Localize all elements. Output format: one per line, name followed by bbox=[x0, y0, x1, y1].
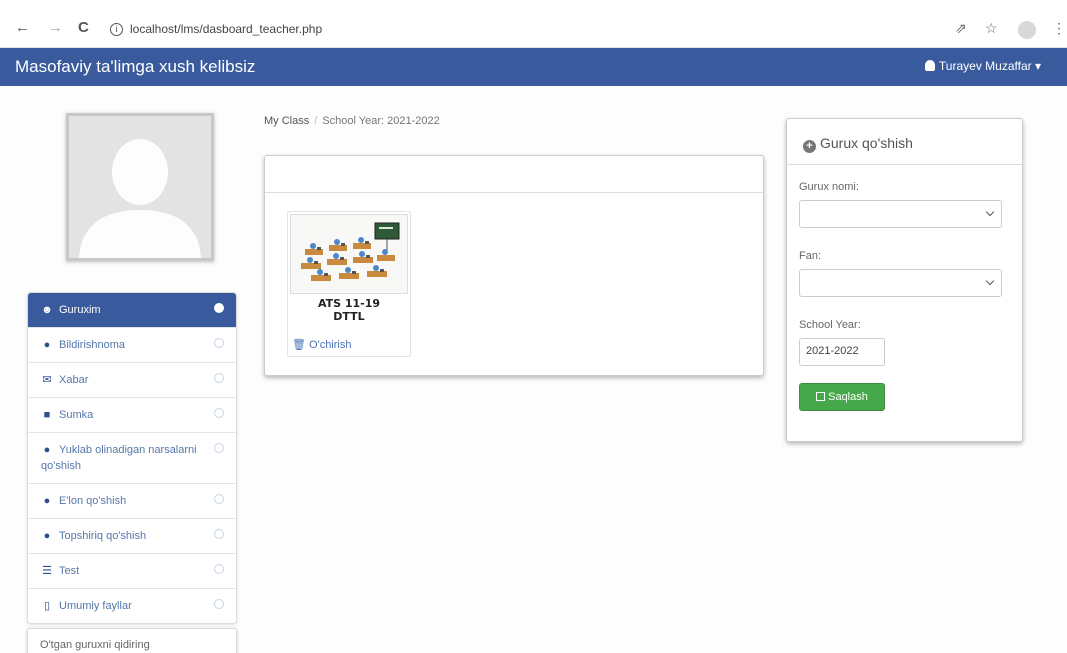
url-text: localhost/lms/dasboard_teacher.php bbox=[130, 22, 323, 36]
chevron-circle-icon bbox=[214, 599, 224, 609]
chevron-circle-icon bbox=[214, 529, 224, 539]
envelope-icon: ✉ bbox=[42, 374, 52, 386]
sidebar-item-xabar[interactable]: ✉ Xabar bbox=[28, 362, 236, 397]
sidebar-item-test[interactable]: ☰ Test bbox=[28, 553, 236, 588]
app-title[interactable]: Masofaviy ta'limga xush kelibsiz bbox=[15, 57, 255, 77]
browser-profile-icon[interactable] bbox=[1018, 21, 1036, 39]
briefcase-icon: ■ bbox=[43, 409, 51, 421]
back-arrow-icon[interactable]: ← bbox=[15, 20, 30, 36]
plus-circle-icon: ● bbox=[43, 530, 51, 542]
sidebar-item-guruxim[interactable]: ☻ Guruxim bbox=[28, 293, 236, 327]
sidebar-item-files[interactable]: ▯ Umumiy fayllar bbox=[28, 588, 236, 623]
sidebar-menu: ☻ Guruxim ● Bildirishnoma ✉ Xabar ■ Sumka ● Y… bbox=[27, 292, 237, 624]
chevron-circle-icon bbox=[214, 338, 224, 348]
school-year-input[interactable]: 2021-2022 bbox=[799, 338, 885, 366]
breadcrumb-school-year: School Year: 2021-2022 bbox=[322, 115, 440, 127]
user-menu[interactable]: Turayev Muzaffar ▾ bbox=[924, 59, 1041, 73]
chevron-down-icon bbox=[985, 207, 995, 217]
file-icon: ▯ bbox=[43, 600, 51, 612]
plus-circle-icon: + bbox=[803, 140, 816, 153]
avatar bbox=[66, 113, 214, 261]
bookmark-star-icon[interactable]: ☆ bbox=[985, 20, 998, 36]
my-class-panel: ATS 11-19 DTTL 🗑 O'chirish bbox=[264, 155, 764, 376]
share-icon[interactable]: ⇗ bbox=[955, 20, 967, 36]
sidebar-item-label: Topshiriq qo'shish bbox=[59, 530, 147, 542]
sidebar-item-label: Xabar bbox=[59, 374, 89, 386]
site-info-icon[interactable]: i bbox=[110, 23, 123, 37]
search-panel-label: O'tgan guruxni qidiring bbox=[40, 639, 150, 651]
forward-arrow-icon[interactable]: → bbox=[48, 20, 63, 36]
breadcrumb-my-class[interactable]: My Class bbox=[264, 115, 309, 127]
browser-menu-icon[interactable]: ⋮ bbox=[1052, 20, 1066, 36]
chevron-down-icon bbox=[985, 276, 995, 286]
default-user-silhouette-icon bbox=[69, 116, 211, 258]
info-circle-icon: ● bbox=[43, 339, 51, 351]
plus-circle-icon: ● bbox=[43, 444, 51, 456]
add-group-panel: + Gurux qo'shish Gurux nomi: Fan: School … bbox=[786, 118, 1023, 442]
classroom-image bbox=[290, 214, 408, 294]
sidebar-item-sumka[interactable]: ■ Sumka bbox=[28, 397, 236, 432]
breadcrumb: My Class / School Year: 2021-2022 bbox=[264, 115, 440, 127]
user-name: Turayev Muzaffar bbox=[938, 59, 1032, 73]
sidebar-item-bildirishnoma[interactable]: ● Bildirishnoma bbox=[28, 327, 236, 362]
school-year-value: 2021-2022 bbox=[806, 345, 859, 357]
add-group-title: Gurux qo'shish bbox=[820, 135, 913, 151]
sidebar-item-label: E'lon qo'shish bbox=[59, 495, 127, 507]
plus-circle-icon: ● bbox=[43, 495, 51, 507]
address-bar[interactable]: i localhost/lms/dasboard_teacher.php bbox=[110, 18, 610, 40]
top-navbar: Masofaviy ta'limga xush kelibsiz Turayev… bbox=[0, 48, 1067, 86]
chevron-circle-icon bbox=[214, 373, 224, 383]
class-card[interactable]: ATS 11-19 DTTL 🗑 O'chirish bbox=[287, 211, 411, 357]
browser-toolbar: ← → C i localhost/lms/dasboard_teacher.ph… bbox=[0, 0, 1067, 48]
caret-down-icon: ▾ bbox=[1034, 59, 1041, 73]
class-name-line1: ATS 11-19 bbox=[317, 297, 381, 310]
chevron-circle-icon bbox=[214, 408, 224, 418]
reload-icon[interactable]: C bbox=[78, 20, 89, 36]
group-name-label: Gurux nomi: bbox=[799, 181, 859, 193]
subject-label: Fan: bbox=[799, 250, 822, 262]
user-icon bbox=[924, 60, 935, 71]
sidebar-item-label: Guruxim bbox=[59, 304, 101, 316]
sidebar-item-label: Yuklab olinadigan narsalarni qo'shish bbox=[41, 444, 197, 472]
chevron-circle-icon bbox=[214, 443, 224, 453]
sidebar-item-label: Bildirishnoma bbox=[59, 339, 126, 351]
floppy-disk-icon bbox=[816, 392, 826, 401]
subject-select[interactable] bbox=[799, 269, 1002, 297]
delete-class-link[interactable]: 🗑 O'chirish bbox=[292, 338, 351, 351]
class-name[interactable]: ATS 11-19 DTTL bbox=[288, 297, 410, 323]
panel-heading bbox=[265, 156, 763, 193]
add-group-heading: + Gurux qo'shish bbox=[787, 119, 1022, 165]
group-name-select[interactable] bbox=[799, 200, 1002, 228]
classroom-illustration-icon bbox=[291, 215, 407, 293]
sidebar-item-label: Test bbox=[59, 565, 80, 577]
sidebar-item-downloads[interactable]: ● Yuklab olinadigan narsalarni qo'shish bbox=[28, 432, 236, 483]
school-year-label: School Year: bbox=[799, 319, 861, 331]
list-icon: ☰ bbox=[42, 565, 52, 577]
sidebar-item-label: Sumka bbox=[59, 409, 94, 421]
trash-icon: 🗑 bbox=[292, 339, 306, 351]
sidebar-item-announcement[interactable]: ● E'lon qo'shish bbox=[28, 483, 236, 518]
delete-label: O'chirish bbox=[309, 339, 352, 351]
chevron-circle-icon bbox=[214, 303, 224, 313]
sidebar-item-assignment[interactable]: ● Topshiriq qo'shish bbox=[28, 518, 236, 553]
breadcrumb-separator: / bbox=[314, 115, 318, 127]
users-icon: ☻ bbox=[41, 304, 53, 316]
sidebar-item-label: Umumiy fayllar bbox=[59, 600, 132, 612]
save-button-label: Saqlash bbox=[828, 391, 868, 403]
chevron-circle-icon bbox=[214, 564, 224, 574]
class-name-line2: DTTL bbox=[333, 310, 365, 323]
past-group-search-panel[interactable]: O'tgan guruxni qidiring bbox=[27, 628, 237, 653]
chevron-circle-icon bbox=[214, 494, 224, 504]
save-button[interactable]: Saqlash bbox=[799, 383, 885, 411]
